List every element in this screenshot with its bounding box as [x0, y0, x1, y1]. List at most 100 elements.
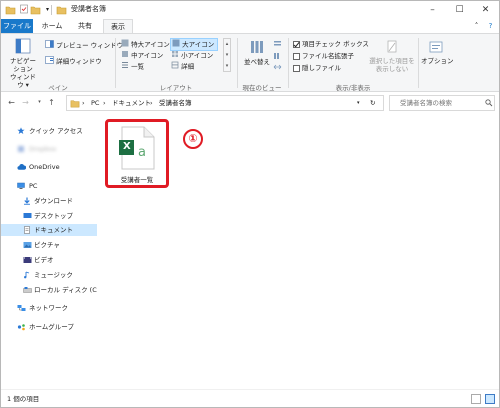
list-view-icon	[121, 61, 129, 72]
address-dropdown-icon[interactable]: ▾	[357, 96, 360, 110]
tab-view[interactable]: 表示	[103, 19, 133, 33]
search-box[interactable]: 受講者名簿の検索	[389, 95, 495, 111]
layout-medium-icons[interactable]: 中アイコン	[121, 50, 163, 61]
size-columns-icon[interactable]	[273, 63, 282, 74]
tab-home[interactable]: ホーム	[37, 19, 67, 33]
properties-icon[interactable]	[18, 4, 29, 15]
search-input[interactable]: 受講者名簿の検索	[400, 96, 452, 110]
nav-homegroup[interactable]: ホームグループ	[1, 321, 97, 333]
nav-local-disk[interactable]: ローカル ディスク (C:)	[1, 284, 101, 296]
hidden-items-option[interactable]: 隠しファイル	[293, 64, 341, 73]
explorer-window: ▾ 受講者名簿 – ☐ ✕ ファイル ホーム 共有 表示 ˄ ? ナビゲーション…	[0, 0, 500, 408]
nav-documents[interactable]: ドキュメント	[1, 224, 97, 236]
hidden-items-checkbox[interactable]	[293, 64, 300, 72]
minimize-button[interactable]: –	[419, 1, 446, 19]
large-icons-label: 大アイコン	[182, 40, 215, 49]
address-bar[interactable]: › PC › ドキュメント › 受講者名簿 ▾ ↻	[66, 95, 384, 111]
extra-large-icons-label: 特大アイコン	[131, 40, 170, 49]
breadcrumb-separator: ›	[82, 99, 85, 107]
maximize-button[interactable]: ☐	[446, 1, 473, 19]
help-icon[interactable]: ?	[485, 21, 496, 32]
hide-selected-icon	[385, 40, 399, 57]
breadcrumb-current-folder[interactable]: 受講者名簿	[159, 96, 192, 110]
nav-pictures[interactable]: ピクチャ	[1, 239, 97, 251]
large-icons-toggle-icon[interactable]	[485, 394, 495, 404]
details-view-toggle-icon[interactable]	[471, 394, 481, 404]
ribbon-divider	[237, 38, 238, 88]
ribbon-collapse-icon[interactable]: ˄	[471, 21, 482, 32]
desktop-icon	[23, 212, 32, 220]
file-name: 受講者一覧	[120, 176, 154, 184]
breadcrumb-pc[interactable]: PC	[91, 96, 99, 110]
up-arrow-icon[interactable]: ↑	[46, 97, 57, 108]
picture-icon	[23, 241, 32, 249]
medium-icons-label: 中アイコン	[131, 51, 164, 60]
folder-icon	[5, 4, 16, 15]
details-view-icon	[171, 61, 179, 72]
window-title: 受講者名簿	[71, 5, 106, 13]
item-checkboxes-label: 項目チェック ボックス	[302, 40, 369, 48]
large-icons-icon	[172, 39, 180, 50]
nav-downloads[interactable]: ダウンロード	[1, 195, 97, 207]
group-by-icon[interactable]	[273, 40, 282, 51]
hide-selected-button[interactable]: 選択した項目を 表示しない	[369, 40, 415, 73]
tab-file[interactable]: ファイル	[1, 19, 33, 33]
nav-music-label: ミュージック	[34, 271, 73, 279]
back-arrow-icon[interactable]: ←	[6, 97, 17, 108]
preview-pane-button[interactable]: プレビュー ウィンドウ	[45, 40, 123, 51]
address-toolbar: ← → ▾ ↑ › PC › ドキュメント › 受講者名簿 ▾ ↻ 受講者名簿の…	[1, 92, 499, 114]
add-columns-icon[interactable]	[273, 52, 282, 63]
details-view-label: 詳細	[181, 62, 195, 71]
nav-videos[interactable]: ビデオ	[1, 254, 97, 266]
nav-dropbox[interactable]: Dropbox	[1, 143, 97, 155]
nav-desktop[interactable]: デスクトップ	[1, 210, 97, 222]
recent-locations-icon[interactable]: ▾	[34, 97, 45, 108]
item-checkboxes-option[interactable]: 項目チェック ボックス	[293, 40, 369, 49]
address-folder-icon	[70, 98, 80, 113]
network-icon	[17, 304, 26, 312]
breadcrumb-separator: ›	[103, 99, 106, 107]
title-folder-icon	[56, 4, 67, 15]
nav-quick-access[interactable]: クイック アクセス	[1, 125, 97, 137]
new-folder-icon[interactable]	[30, 4, 41, 15]
list-view-label: 一覧	[131, 62, 145, 71]
layout-details[interactable]: 詳細	[171, 61, 194, 72]
nav-network[interactable]: ネットワーク	[1, 302, 97, 314]
details-pane-button[interactable]: 詳細ウィンドウ	[45, 56, 102, 67]
file-list: X a 受講者一覧 ①	[97, 114, 499, 389]
excel-file-icon: X a	[118, 126, 156, 172]
layout-extra-large-icons[interactable]: 特大アイコン	[121, 39, 170, 50]
nav-onedrive-label: OneDrive	[29, 163, 60, 171]
small-icons-icon	[171, 50, 179, 61]
homegroup-icon	[17, 323, 25, 331]
breadcrumb-documents[interactable]: ドキュメント	[112, 96, 151, 110]
file-extensions-checkbox[interactable]	[293, 52, 300, 60]
video-icon	[23, 256, 32, 264]
tab-share[interactable]: 共有	[71, 19, 99, 33]
nav-pc[interactable]: PC	[1, 180, 97, 192]
sort-by-button[interactable]: 並べ替え	[242, 39, 272, 67]
layout-scroll-icon[interactable]: ▴ ▾ ▾	[223, 38, 231, 72]
nav-onedrive[interactable]: OneDrive	[1, 161, 97, 173]
title-divider	[51, 5, 52, 15]
nav-music[interactable]: ミュージック	[1, 269, 97, 281]
pane-group-label: ペイン	[48, 84, 68, 92]
file-item[interactable]: X a 受講者一覧	[105, 119, 169, 188]
refresh-icon[interactable]: ↻	[370, 96, 375, 110]
close-button[interactable]: ✕	[472, 1, 499, 19]
search-icon[interactable]	[485, 96, 493, 112]
music-icon	[23, 271, 31, 279]
pc-icon	[17, 182, 25, 190]
nav-downloads-label: ダウンロード	[34, 197, 73, 205]
details-pane-icon	[45, 56, 54, 67]
forward-arrow-icon[interactable]: →	[20, 97, 31, 108]
ribbon: ナビゲーション ウィンドウ ▾ プレビュー ウィンドウ 詳細ウィンドウ ペイン …	[1, 33, 499, 92]
layout-small-icons[interactable]: 小アイコン	[171, 50, 213, 61]
hidden-items-label: 隠しファイル	[302, 64, 341, 72]
item-checkboxes-checkbox[interactable]	[293, 40, 300, 48]
file-extensions-option[interactable]: ファイル名拡張子	[293, 52, 354, 61]
options-button[interactable]: オプション	[421, 40, 454, 66]
preview-pane-label: プレビュー ウィンドウ	[56, 41, 124, 50]
layout-list[interactable]: 一覧	[121, 61, 144, 72]
layout-group-label: レイアウト	[159, 84, 193, 92]
